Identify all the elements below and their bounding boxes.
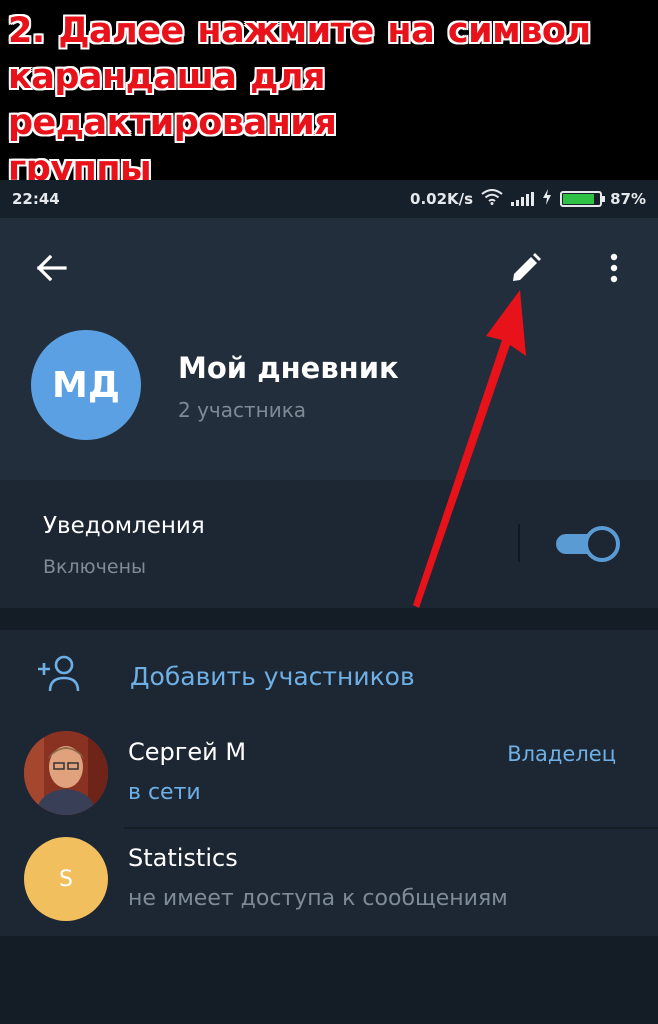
add-user-icon [36,654,86,694]
status-time: 22:44 [12,190,60,208]
wifi-icon [481,189,503,209]
battery-level-fill [563,194,595,204]
notifications-title: Уведомления [43,513,205,539]
member-avatar-photo [24,731,108,815]
member-row[interactable]: Сергей М в сети Владелец [0,726,658,830]
phone-screen: 22:44 0.02K/s 87% МД Мой дневник 2 участ… [0,180,658,1024]
section-separator [0,608,658,630]
status-bar: 22:44 0.02K/s 87% [0,180,658,218]
signal-icon [511,192,535,206]
pencil-icon [510,252,542,288]
members-section: Добавить участников Сергей М в сети Влад… [0,630,658,936]
add-members-button[interactable]: Добавить участников [0,630,658,722]
notifications-status: Включены [43,556,146,578]
member-avatar-initial: S [24,837,108,921]
more-options-button[interactable] [594,246,634,294]
battery-percent: 87% [610,190,646,208]
member-name: Сергей М [128,738,247,766]
member-name: Statistics [128,844,238,872]
charging-icon [542,189,552,209]
notifications-toggle[interactable] [556,526,620,562]
add-members-label: Добавить участников [130,662,415,691]
caption-line-2: карандаша для редактирования [8,57,337,143]
group-members-count: 2 участника [178,398,307,422]
notifications-row[interactable]: Уведомления Включены [0,480,658,608]
instruction-caption: 2. Далее нажмите на символ карандаша для… [0,0,658,189]
member-row[interactable]: S Statistics не имеет доступа к сообщени… [0,832,658,936]
back-button[interactable] [26,248,76,292]
toggle-knob [584,526,620,562]
member-role-badge: Владелец [507,742,616,766]
divider [518,524,520,562]
more-vertical-icon [610,253,618,287]
network-speed: 0.02K/s [410,190,474,208]
group-name: Мой дневник [178,351,399,385]
row-divider [124,827,658,829]
status-right-group: 0.02K/s 87% [410,189,646,209]
empty-area [0,936,658,1024]
member-status: в сети [128,780,201,805]
battery-icon [560,191,606,207]
arrow-left-icon [35,254,67,286]
group-avatar[interactable]: МД [31,330,141,440]
caption-line-1: 2. Далее нажмите на символ [8,11,591,51]
member-status: не имеет доступа к сообщениям [128,886,508,911]
edit-button[interactable] [500,246,552,294]
group-header: МД Мой дневник 2 участника [0,218,658,480]
